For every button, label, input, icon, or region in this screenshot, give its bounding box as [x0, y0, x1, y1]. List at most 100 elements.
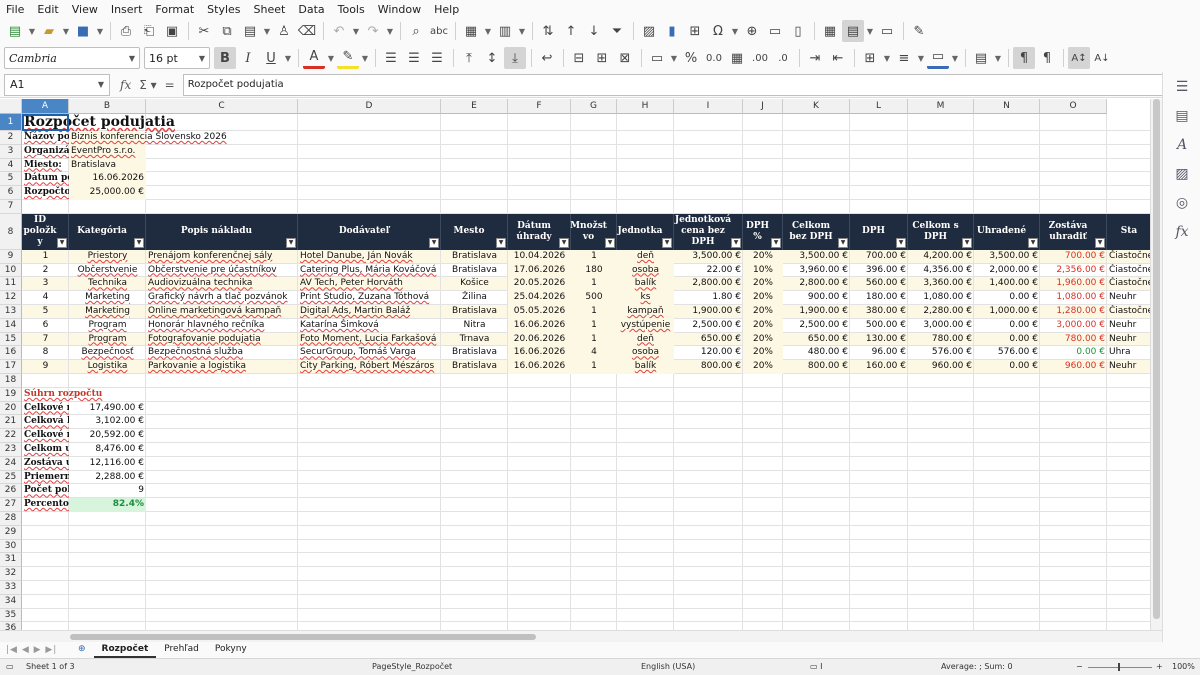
summary-value[interactable]: 17,490.00 €: [69, 402, 146, 416]
summary-value[interactable]: 2,288.00 €: [69, 471, 146, 485]
table-cell[interactable]: Katarína Šimková: [298, 319, 441, 333]
row-header[interactable]: 14: [0, 318, 22, 333]
align-bottom-icon[interactable]: ⤓: [504, 47, 526, 69]
zoom-in-icon[interactable]: +: [1156, 662, 1163, 671]
autofilter-dropdown-icon[interactable]: ▼: [429, 237, 439, 248]
row-header[interactable]: 34: [0, 594, 22, 609]
row-header[interactable]: 3: [0, 144, 22, 159]
currency-format-icon[interactable]: ▭: [646, 47, 668, 69]
table-cell[interactable]: 4: [571, 346, 617, 361]
insert-image-icon[interactable]: ▨: [638, 20, 660, 42]
font-color-dropdown-icon[interactable]: ▼: [326, 47, 336, 69]
table-cell[interactable]: 10.04.2026: [508, 249, 571, 264]
table-cell[interactable]: 1: [571, 305, 617, 319]
row-header[interactable]: 15: [0, 332, 22, 347]
navigator-icon[interactable]: ◎: [1163, 188, 1200, 217]
table-cell[interactable]: Priestory: [69, 250, 146, 264]
clone-formatting-icon[interactable]: ♙: [273, 20, 295, 42]
table-cell[interactable]: osoba: [617, 346, 674, 361]
row-header[interactable]: 33: [0, 581, 22, 595]
table-cell[interactable]: Grafický návrh a tlač pozvánok: [146, 291, 298, 305]
table-cell[interactable]: 650.00 €: [783, 333, 850, 347]
table-cell[interactable]: 1: [22, 250, 69, 264]
font-name-box[interactable]: Cambria ▼: [4, 47, 140, 69]
vertical-text-icon[interactable]: A↕: [1068, 47, 1090, 69]
table-cell[interactable]: Občerstvenie pre účastníkov: [146, 264, 298, 278]
text-orientation-icon[interactable]: A↓: [1091, 47, 1113, 69]
comment-icon[interactable]: ▭: [764, 20, 786, 42]
row-header[interactable]: 31: [0, 553, 22, 568]
table-cell[interactable]: Online marketingová kampaň: [146, 305, 298, 319]
summary-value[interactable]: 82.4%: [69, 498, 146, 512]
increase-indent-icon[interactable]: ⇥: [804, 47, 826, 69]
row-header[interactable]: 18: [0, 374, 22, 388]
table-cell[interactable]: 22.00 €: [674, 264, 743, 278]
table-cell[interactable]: balík: [617, 360, 674, 374]
row-header[interactable]: 28: [0, 512, 22, 526]
summary-label[interactable]: Zostáva u: [22, 457, 69, 471]
table-cell[interactable]: Bezpečnosť: [69, 346, 146, 360]
info-label[interactable]: Organizá: [22, 145, 69, 159]
table-cell[interactable]: 2: [22, 264, 69, 278]
table-cell[interactable]: Foto Moment, Lucia Farkašová: [298, 333, 441, 347]
table-cell[interactable]: 1,080.00 €: [908, 291, 974, 305]
selection-mode-icon[interactable]: ▭ I: [810, 662, 822, 671]
table-cell[interactable]: Bezpečnostná služba: [146, 346, 298, 360]
column-header[interactable]: J: [743, 99, 783, 114]
sum-icon[interactable]: Σ ▾: [139, 78, 156, 92]
table-cell[interactable]: 1,960.00 €: [1040, 277, 1107, 291]
underline-dropdown-icon[interactable]: ▼: [283, 47, 293, 69]
row-header[interactable]: 22: [0, 429, 22, 443]
table-cell[interactable]: 20%: [743, 305, 783, 319]
row-header[interactable]: 11: [0, 277, 22, 292]
table-cell[interactable]: Žilina: [441, 291, 508, 305]
number-format-icon[interactable]: 0.0: [703, 47, 725, 69]
menu-item-4[interactable]: Format: [155, 3, 194, 16]
table-cell[interactable]: Hotel Danube, Ján Novák: [298, 250, 441, 264]
row-header[interactable]: 9: [0, 249, 22, 264]
highlight-color-icon[interactable]: ✎: [337, 47, 359, 69]
table-cell[interactable]: 20%: [743, 277, 783, 292]
autofilter-dropdown-icon[interactable]: ▼: [286, 237, 296, 248]
merge-center-icon[interactable]: ⊟: [568, 47, 590, 69]
table-cell[interactable]: 1: [571, 249, 617, 264]
split-window-icon[interactable]: ▭: [876, 20, 898, 42]
font-size-box[interactable]: 16 pt ▼: [144, 47, 210, 69]
table-cell[interactable]: 2,500.00 €: [783, 319, 850, 333]
table-cell[interactable]: Technika: [69, 277, 146, 291]
print-preview-icon[interactable]: ▣: [161, 20, 183, 42]
table-cell[interactable]: deň: [617, 332, 674, 347]
menu-item-9[interactable]: Window: [378, 3, 421, 16]
formula-input[interactable]: Rozpočet podujatia: [182, 73, 1167, 96]
table-cell[interactable]: 780.00 €: [1040, 333, 1107, 347]
table-cell[interactable]: 3,960.00 €: [783, 264, 850, 278]
autofilter-dropdown-icon[interactable]: ▼: [496, 237, 506, 248]
table-cell[interactable]: 5: [22, 305, 69, 319]
sort-icon[interactable]: ⇅: [537, 20, 559, 42]
summary-value[interactable]: 9: [69, 484, 146, 498]
zoom-slider[interactable]: [1088, 667, 1152, 668]
table-cell[interactable]: 1.80 €: [674, 291, 743, 305]
freeze-dropdown-icon[interactable]: ▼: [865, 20, 875, 42]
info-value[interactable]: Biznis konferencia Slovensko 2026: [69, 131, 227, 145]
table-cell[interactable]: Digital Ads, Martin Baláž: [298, 305, 441, 319]
table-cell[interactable]: Fotografovanie podujatia: [146, 333, 298, 347]
summary-value[interactable]: 12,116.00 €: [69, 457, 146, 471]
bold-icon[interactable]: B: [214, 47, 236, 69]
properties-icon[interactable]: ▤: [1163, 101, 1200, 130]
table-cell[interactable]: 4,200.00 €: [908, 250, 974, 264]
table-cell[interactable]: 20%: [743, 346, 783, 361]
info-label[interactable]: Rozpočto: [22, 186, 69, 200]
borders-dropdown-icon[interactable]: ▼: [882, 47, 892, 69]
table-cell[interactable]: 9: [22, 360, 69, 374]
table-cell[interactable]: 576.00 €: [974, 346, 1040, 360]
paste-dropdown-icon[interactable]: ▼: [262, 20, 272, 42]
spelling-icon[interactable]: abc: [428, 20, 450, 42]
table-header-3[interactable]: Dodávateľ: [298, 213, 441, 250]
border-color-icon[interactable]: ▭: [927, 47, 949, 69]
export-pdf-icon[interactable]: ⎙: [115, 20, 137, 42]
sort-ascending-icon[interactable]: ↑: [560, 20, 582, 42]
summary-title[interactable]: Súhrn rozpočtu: [22, 388, 298, 402]
table-cell[interactable]: 960.00 €: [908, 360, 974, 374]
table-cell[interactable]: City Parking, Róbert Mészáros: [298, 360, 441, 374]
